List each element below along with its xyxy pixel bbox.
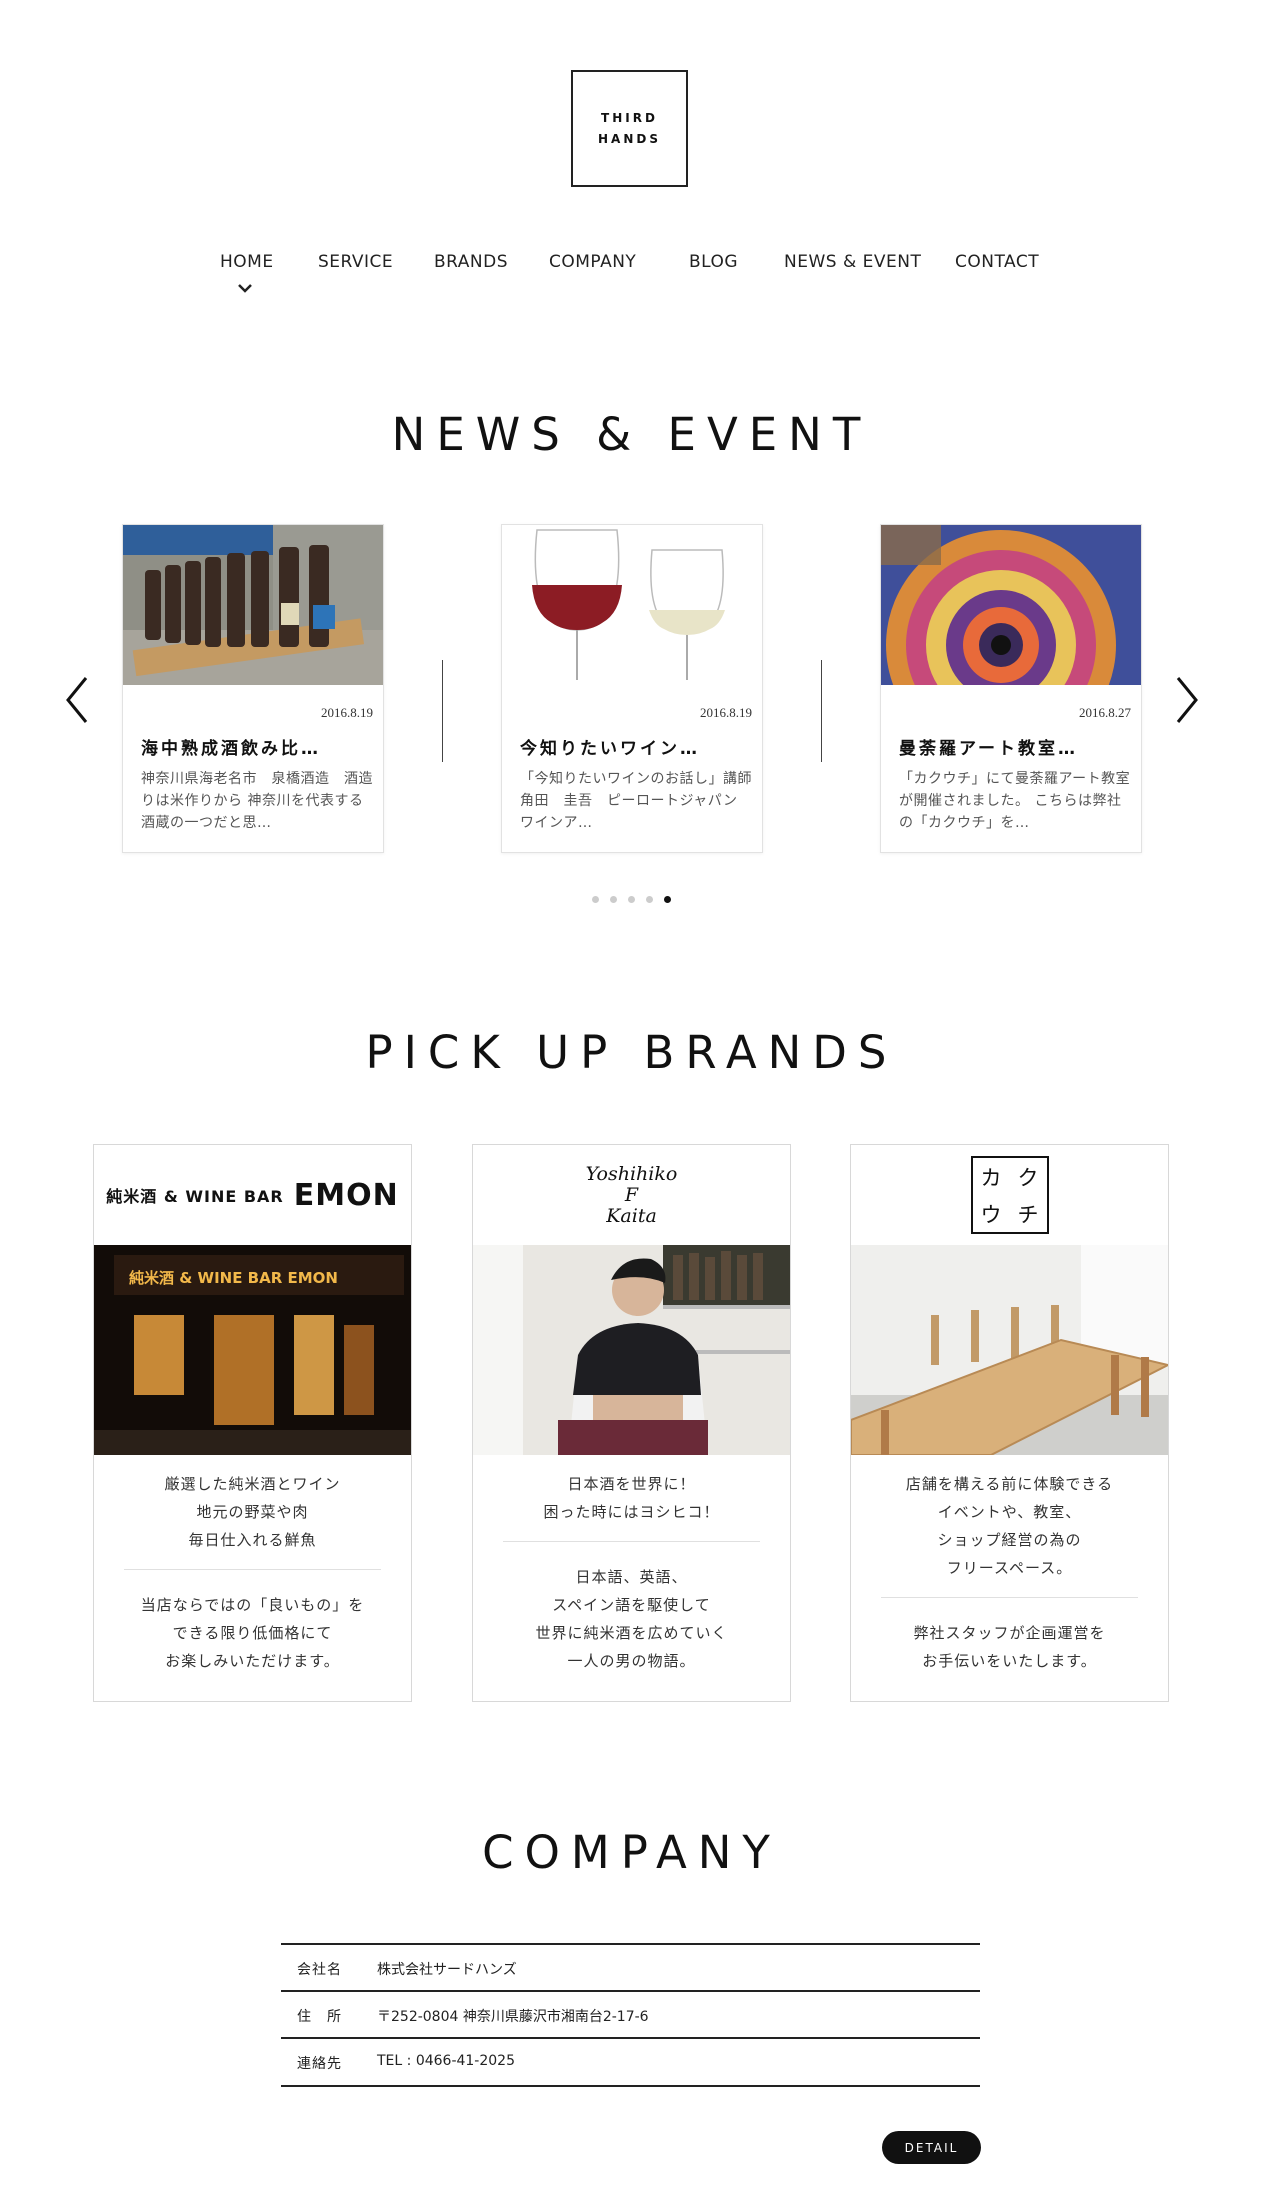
news-title: 今知りたいワイン…: [520, 739, 700, 759]
brand-image-kakuuchi-space: [851, 1245, 1168, 1455]
news-image-wine-glasses: [502, 525, 762, 685]
brand-divider: [124, 1569, 381, 1570]
brand-text-line: イベントや、教室、: [937, 1503, 1082, 1521]
main-nav: HOME SERVICE BRANDS COMPANY BLOG NEWS & …: [0, 252, 1263, 282]
detail-button[interactable]: DETAIL: [882, 2131, 981, 2164]
brand-text-line: ショップ経営の為の: [937, 1531, 1082, 1549]
brand-logo-line: Yoshihiko: [585, 1162, 678, 1185]
nav-company[interactable]: COMPANY: [549, 252, 636, 272]
brand-text-line: 日本語、英語、: [575, 1568, 688, 1586]
company-section-title: COMPANY: [482, 1826, 781, 1879]
slider-divider: [442, 660, 443, 762]
brand-divider: [881, 1597, 1138, 1598]
brand-image-yoshihiko-portrait: [473, 1245, 790, 1455]
kakuuchi-logo-box: カ ク ウ チ: [970, 1156, 1049, 1234]
brand-logo-line: F: [624, 1183, 639, 1206]
chevron-right-icon[interactable]: [1166, 670, 1206, 730]
brand-text-line: 店舗を構える前に体験できる: [905, 1475, 1114, 1493]
company-row: 会社名 株式会社サードハンズ: [281, 1943, 980, 1990]
news-card[interactable]: 2016.8.19 今知りたいワイン… 「今知りたいワインのお話し」講師 角田 …: [501, 524, 763, 853]
news-image-sake-bottles: [123, 525, 383, 685]
news-excerpt: 「カクウチ」にて曼荼羅アート教室が開催されました。 こちらは弊社の「カクウチ」を…: [899, 771, 1131, 831]
brand-text-line: 日本酒を世界に！: [567, 1475, 696, 1493]
brand-text-line: スペイン語を駆使して: [552, 1596, 711, 1614]
news-excerpt: 「今知りたいワインのお話し」講師 角田 圭吾 ピーロートジャパン ワインア…: [520, 771, 762, 831]
news-card[interactable]: 2016.8.27 曼荼羅アート教室… 「カクウチ」にて曼荼羅アート教室が開催さ…: [880, 524, 1142, 853]
brand-text-primary: 日本酒を世界に！ 困った時にはヨシヒコ！: [473, 1470, 790, 1526]
news-date: 2016.8.27: [1079, 705, 1131, 720]
brand-logo-kakuuchi: カ ク ウ チ: [851, 1145, 1168, 1245]
brand-card-kakuuchi[interactable]: カ ク ウ チ 店舗を構える前に体験できる イベントや、教室、 ショップ経営の為…: [850, 1144, 1169, 1702]
brand-card-yoshihiko[interactable]: Yoshihiko F Kaita 日本酒を世界に！ 困った時にはヨシヒコ！ 日…: [472, 1144, 791, 1702]
brand-text-line: お楽しみいただけます。: [165, 1652, 340, 1670]
news-image-mandala-art: [881, 525, 1141, 685]
brand-text-primary: 厳選した純米酒とワイン 地元の野菜や肉 毎日仕入れる鮮魚: [94, 1470, 411, 1554]
nav-home[interactable]: HOME: [220, 252, 274, 272]
brand-logo-line: Kaita: [606, 1204, 657, 1227]
company-key: 連絡先: [297, 2056, 342, 2072]
logo-char: チ: [1017, 1202, 1039, 1227]
pagination-dot[interactable]: [628, 896, 635, 903]
news-date: 2016.8.19: [321, 705, 373, 720]
news-excerpt: 神奈川県海老名市 泉橋酒造 酒造りは米作りから 神奈川を代表する酒蔵の一つだと思…: [141, 771, 373, 831]
pagination-dot[interactable]: [610, 896, 617, 903]
brand-text-line: 地元の野菜や肉: [196, 1503, 309, 1521]
nav-service[interactable]: SERVICE: [318, 252, 393, 272]
news-title: 曼荼羅アート教室…: [899, 739, 1078, 759]
brand-card-emon[interactable]: 純米酒 & WINE BAR EMON 純米酒 & WINE BAR EMON …: [93, 1144, 412, 1702]
brand-logo-small: 純米酒 & WINE BAR: [106, 1187, 284, 1206]
pagination-dot[interactable]: [646, 896, 653, 903]
brand-text-line: 一人の男の物語。: [567, 1652, 696, 1670]
nav-blog[interactable]: BLOG: [689, 252, 738, 272]
logo-line-2: HANDS: [598, 131, 661, 146]
brand-logo-yoshihiko: Yoshihiko F Kaita: [473, 1145, 790, 1245]
brand-text-line: 毎日仕入れる鮮魚: [188, 1531, 317, 1549]
brand-divider: [503, 1541, 760, 1542]
news-title: 海中熟成酒飲み比…: [141, 739, 321, 759]
brand-text-line: 世界に純米酒を広めていく: [535, 1624, 728, 1642]
logo-line-1: THIRD: [601, 110, 658, 125]
brand-image-emon-storefront: 純米酒 & WINE BAR EMON: [94, 1245, 411, 1455]
sign-text: 純米酒 & WINE BAR EMON: [129, 1269, 338, 1287]
news-section-title: NEWS & EVENT: [391, 408, 872, 461]
pagination-dot[interactable]: [592, 896, 599, 903]
pagination-dot-active[interactable]: [664, 896, 671, 903]
news-card[interactable]: 2016.8.19 海中熟成酒飲み比… 神奈川県海老名市 泉橋酒造 酒造りは米作…: [122, 524, 384, 853]
brand-text-line: フリースペース。: [946, 1559, 1073, 1577]
logo-char: ウ: [980, 1202, 1002, 1227]
site-logo[interactable]: THIRD HANDS: [571, 70, 688, 187]
news-date: 2016.8.19: [700, 705, 752, 720]
slider-divider: [821, 660, 822, 762]
brands-section-title: PICK UP BRANDS: [365, 1026, 898, 1079]
brand-text-line: できる限り低価格にて: [172, 1624, 333, 1642]
chevron-left-icon[interactable]: [58, 670, 98, 730]
nav-brands[interactable]: BRANDS: [434, 252, 508, 272]
company-row: 住 所 〒252-0804 神奈川県藤沢市湘南台2-17-6: [281, 1990, 980, 2037]
brand-text-primary: 店舗を構える前に体験できる イベントや、教室、 ショップ経営の為の フリースペー…: [851, 1470, 1168, 1582]
company-info-table: 会社名 株式会社サードハンズ 住 所 〒252-0804 神奈川県藤沢市湘南台2…: [281, 1943, 980, 2087]
brand-text-line: 困った時にはヨシヒコ！: [543, 1503, 720, 1521]
slider-pagination: [592, 896, 672, 906]
company-key: 住 所: [297, 2009, 342, 2025]
chevron-down-icon: [238, 284, 252, 293]
nav-contact[interactable]: CONTACT: [955, 252, 1039, 272]
logo-char: カ: [980, 1165, 1002, 1190]
company-value: 〒252-0804 神奈川県藤沢市湘南台2-17-6: [377, 2009, 649, 2025]
brand-text-secondary: 日本語、英語、 スペイン語を駆使して 世界に純米酒を広めていく 一人の男の物語。: [473, 1563, 790, 1675]
brand-text-secondary: 弊社スタッフが企画運営を お手伝いをいたします。: [851, 1619, 1168, 1675]
company-key: 会社名: [297, 1962, 342, 1978]
brand-logo-emon: 純米酒 & WINE BAR EMON: [94, 1145, 411, 1245]
company-row: 連絡先 TEL : 0466-41-2025: [281, 2037, 980, 2087]
brand-text-line: お手伝いをいたします。: [922, 1652, 1097, 1670]
brand-text-secondary: 当店ならではの「良いもの」を できる限り低価格にて お楽しみいただけます。: [94, 1591, 411, 1675]
company-value: 株式会社サードハンズ: [377, 1962, 517, 1978]
company-value: TEL : 0466-41-2025: [377, 2053, 515, 2069]
brand-logo-big: EMON: [293, 1177, 399, 1213]
nav-news-event[interactable]: NEWS & EVENT: [784, 252, 921, 272]
brand-text-line: 当店ならではの「良いもの」を: [140, 1596, 365, 1614]
logo-char: ク: [1017, 1165, 1039, 1190]
brand-text-line: 厳選した純米酒とワイン: [164, 1475, 341, 1493]
brand-text-line: 弊社スタッフが企画運営を: [913, 1624, 1106, 1642]
